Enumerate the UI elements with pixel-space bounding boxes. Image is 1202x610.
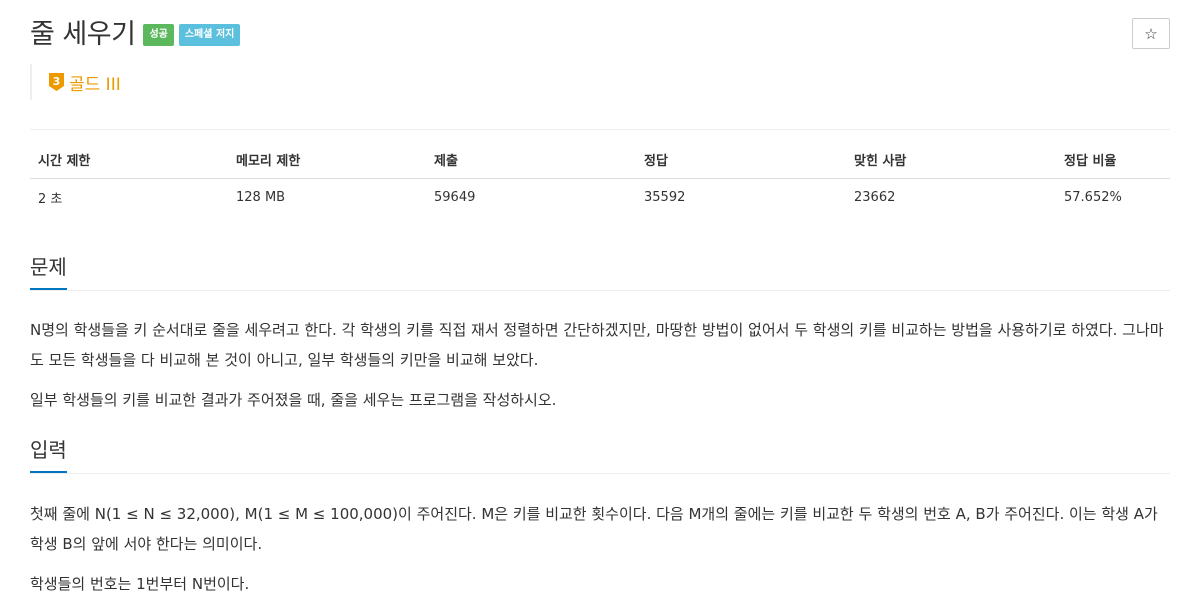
solved-badge: 성공 <box>143 24 174 46</box>
accept-ratio-value: 57.652% <box>1064 190 1122 205</box>
problem-title: 줄 세우기 <box>30 19 136 50</box>
time-limit-header: 시간 제한 <box>30 150 228 179</box>
input-paragraph-2: 학생들의 번호는 1번부터 N번이다. <box>30 575 250 593</box>
accepted-header: 정답 <box>636 150 846 179</box>
memory-limit-value: 128 MB <box>236 190 286 205</box>
solvers-header: 맞힌 사람 <box>846 150 1056 179</box>
info-value-row: 2 초 128 MB 59649 35592 23662 57.652% <box>30 179 1170 217</box>
star-icon: ☆ <box>1144 25 1158 43</box>
submissions-value: 59649 <box>434 190 476 205</box>
accepted-value: 35592 <box>644 190 686 205</box>
tier-badge-icon: 3 <box>49 73 64 91</box>
tier-indicator: 3 골드 III <box>30 64 121 100</box>
header-divider <box>30 129 1170 130</box>
solvers-value: 23662 <box>854 190 896 205</box>
info-header-row: 시간 제한 메모리 제한 제출 정답 맞힌 사람 정답 비율 <box>30 150 1170 179</box>
input-paragraph-1: 첫째 줄에 N(1 ≤ N ≤ 32,000), M(1 ≤ M ≤ 100,0… <box>30 505 1158 553</box>
description-section-header: 문제 <box>30 253 1170 291</box>
description-paragraph-1: N명의 학생들을 키 순서대로 줄을 세우려고 한다. 각 학생의 키를 직접 … <box>30 321 1164 369</box>
special-judge-badge: 스페셜 저지 <box>178 24 241 46</box>
description-paragraph-2: 일부 학생들의 키를 비교한 결과가 주어졌을 때, 줄을 세우는 프로그램을 … <box>30 391 557 409</box>
problem-info-table: 시간 제한 메모리 제한 제출 정답 맞힌 사람 정답 비율 2 초 128 M… <box>30 150 1170 216</box>
tier-label: 골드 III <box>69 74 121 95</box>
input-section-header: 입력 <box>30 436 1170 474</box>
accept-ratio-header: 정답 비율 <box>1056 150 1170 179</box>
time-limit-value: 2 초 <box>38 192 63 207</box>
favorite-button[interactable]: ☆ <box>1132 18 1170 49</box>
tier-badge-number: 3 <box>53 75 61 88</box>
problem-header: 줄 세우기 성공 스페셜 저지 <box>30 16 241 54</box>
memory-limit-header: 메모리 제한 <box>228 150 426 179</box>
submissions-header: 제출 <box>426 150 636 179</box>
description-title: 문제 <box>30 253 67 290</box>
input-title: 입력 <box>30 436 67 473</box>
